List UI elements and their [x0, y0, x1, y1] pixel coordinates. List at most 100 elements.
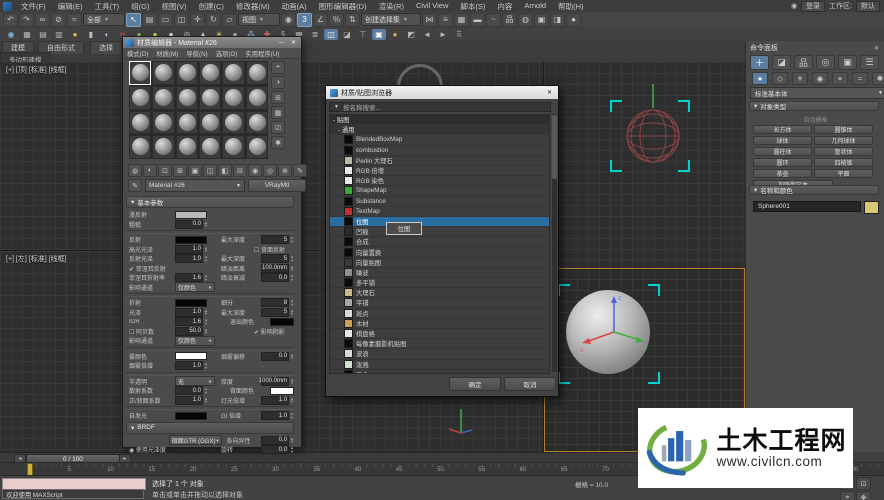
- options-icon[interactable]: ✱: [271, 136, 285, 149]
- sample-slot-16[interactable]: [222, 111, 244, 135]
- object-name-field[interactable]: Sphere001: [753, 201, 861, 212]
- map-group-maps[interactable]: - 贴图: [330, 115, 549, 125]
- map-item-13[interactable]: 噪波: [330, 268, 549, 278]
- value-spinner[interactable]: 5: [261, 308, 289, 317]
- put-material-icon[interactable]: ◐: [143, 164, 157, 177]
- map-item-23[interactable]: 混合: [330, 370, 549, 374]
- viewport-orthographic[interactable]: [544, 62, 745, 269]
- object-type-button-3[interactable]: 几何球体: [814, 136, 873, 145]
- object-type-button-8[interactable]: 茶壶: [753, 169, 812, 178]
- close-icon[interactable]: ✕: [289, 39, 298, 47]
- color-swatch[interactable]: [175, 412, 207, 420]
- move-gizmo[interactable]: x y z: [574, 286, 654, 366]
- color-swatch[interactable]: [175, 211, 207, 219]
- search-dropdown-icon[interactable]: ▼: [334, 104, 339, 110]
- background-icon[interactable]: ⊞: [271, 91, 285, 104]
- menu-item-8[interactable]: 图形编辑器(D): [313, 1, 373, 12]
- material-type-button[interactable]: VRayMtl: [248, 179, 306, 192]
- value-spinner[interactable]: 1.0: [175, 396, 203, 405]
- map-item-1[interactable]: combustion: [330, 146, 549, 156]
- sample-slot-19[interactable]: [152, 135, 174, 159]
- map-item-5[interactable]: ShapeMap: [330, 186, 549, 196]
- value-spinner[interactable]: 1.0: [261, 411, 289, 420]
- ok-button[interactable]: 确定: [449, 377, 501, 391]
- app-logo-icon[interactable]: [3, 2, 12, 11]
- sample-slot-15[interactable]: [199, 111, 221, 135]
- select-and-rotate-icon[interactable]: ↻: [206, 13, 221, 27]
- minimize-icon[interactable]: —: [277, 39, 286, 47]
- workspace-dropdown[interactable]: 默认: [856, 1, 880, 12]
- rectangular-selection-region-icon[interactable]: ▭: [158, 13, 173, 27]
- assign-material-icon[interactable]: ⊡: [158, 164, 172, 177]
- map-item-0[interactable]: BlendedBoxMap: [330, 135, 549, 145]
- object-type-button-9[interactable]: 平面: [814, 169, 873, 178]
- bind-to-space-warp-icon[interactable]: ≈: [67, 13, 82, 27]
- menu-item-9[interactable]: 渲染(R): [373, 1, 410, 12]
- sample-slot-9[interactable]: [199, 86, 221, 110]
- pan-icon[interactable]: ✥: [856, 491, 871, 500]
- sample-slot-0[interactable]: [129, 61, 151, 85]
- map-item-6[interactable]: Substance: [330, 197, 549, 207]
- browser-titlebar[interactable]: 材质/贴图浏览器 ✕: [326, 86, 558, 99]
- track-view-icon[interactable]: ⊤: [356, 29, 370, 40]
- value-spinner[interactable]: 0.0: [175, 220, 203, 229]
- me-menu-item-3[interactable]: 选项(O): [212, 49, 242, 58]
- maxscript-mini-listener[interactable]: 欢迎使用 MAXScript: [2, 489, 144, 499]
- color-swatch[interactable]: [270, 318, 294, 326]
- tab-motion-icon[interactable]: ◎: [816, 55, 835, 70]
- menu-item-0[interactable]: 文件(F): [15, 1, 52, 12]
- color-swatch[interactable]: [175, 299, 207, 307]
- menu-item-2[interactable]: 工具(T): [89, 1, 126, 12]
- color-swatch[interactable]: [175, 236, 207, 244]
- map-item-4[interactable]: RGB 染色: [330, 176, 549, 186]
- me-menu-item-4[interactable]: 实用程序(U): [241, 49, 283, 58]
- param-dropdown[interactable]: 仅颜色▼: [175, 336, 215, 346]
- close-icon[interactable]: ✕: [872, 44, 881, 52]
- map-item-19[interactable]: 棋盘格: [330, 329, 549, 339]
- sample-slot-8[interactable]: [176, 86, 198, 110]
- render-production-icon[interactable]: ●: [566, 13, 581, 27]
- scene-list-icon[interactable]: ▤: [36, 29, 50, 40]
- sample-slot-22[interactable]: [222, 135, 244, 159]
- sample-slot-3[interactable]: [199, 61, 221, 85]
- object-type-button-6[interactable]: 圆环: [753, 158, 812, 167]
- map-item-12[interactable]: 向量贴图: [330, 258, 549, 268]
- map-item-16[interactable]: 平铺: [330, 298, 549, 308]
- expand-all-icon[interactable]: ⠿: [452, 29, 466, 40]
- cancel-button[interactable]: 取消: [504, 377, 556, 391]
- value-spinner[interactable]: 8: [261, 298, 289, 307]
- material-id-icon[interactable]: ◧: [218, 164, 232, 177]
- tab-display-icon[interactable]: ▣: [838, 55, 857, 70]
- sample-slot-23[interactable]: [246, 135, 268, 159]
- fwd-arrow-icon[interactable]: ►: [436, 29, 450, 40]
- tab-hierarchy-icon[interactable]: 品: [794, 55, 813, 70]
- object-color-swatch[interactable]: [864, 201, 879, 214]
- show-map-icon[interactable]: ⊟: [233, 164, 247, 177]
- menu-item-13[interactable]: Arnold: [518, 1, 552, 12]
- layout-list-icon[interactable]: ≣: [308, 29, 322, 40]
- search-by-name-input[interactable]: ▼ 按名称搜索...: [329, 102, 551, 112]
- use-pivot-point-icon[interactable]: ◉: [281, 13, 296, 27]
- menu-item-10[interactable]: Civil View: [410, 1, 454, 12]
- wireframe-sphere[interactable]: [618, 82, 688, 172]
- undo-icon[interactable]: ↶: [3, 13, 18, 27]
- sample-slot-17[interactable]: [246, 111, 268, 135]
- angle-snap-icon[interactable]: ∠: [313, 13, 328, 27]
- sample-slot-2[interactable]: [176, 61, 198, 85]
- param-dropdown[interactable]: 无▼: [175, 376, 215, 386]
- viewport-top-label[interactable]: [+] [顶] [标准] [线框]: [6, 65, 66, 75]
- viewport-layout-icon[interactable]: ◫: [324, 29, 338, 40]
- sample-slot-5[interactable]: [246, 61, 268, 85]
- select-by-name-icon[interactable]: ▤: [142, 13, 157, 27]
- map-item-8[interactable]: 位图: [330, 217, 549, 227]
- sample-slot-11[interactable]: [246, 86, 268, 110]
- material-name-dropdown[interactable]: Material #26▼: [145, 179, 245, 192]
- value-spinner[interactable]: 100.0mm: [261, 264, 289, 273]
- menu-item-7[interactable]: 动画(A): [276, 1, 313, 12]
- menu-item-12[interactable]: 内容: [491, 1, 518, 12]
- reference-coordinate-dropdown[interactable]: 视图▼: [238, 13, 280, 26]
- map-item-17[interactable]: 斑点: [330, 309, 549, 319]
- shade-icon[interactable]: ◩: [404, 29, 418, 40]
- select-and-scale-icon[interactable]: ▱: [222, 13, 237, 27]
- selection-filter-dropdown[interactable]: 全部▼: [83, 13, 125, 26]
